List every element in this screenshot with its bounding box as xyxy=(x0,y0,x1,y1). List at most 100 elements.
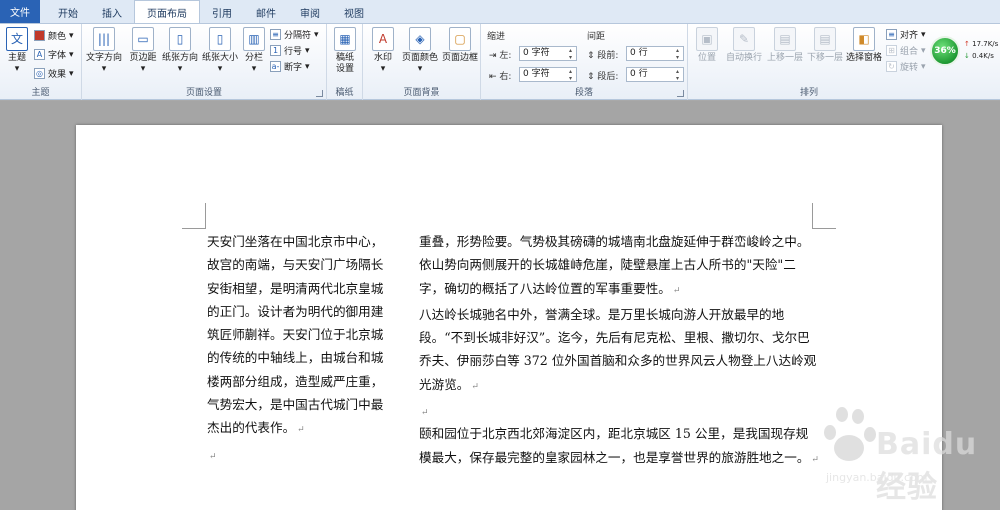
baidu-paw-logo-icon xyxy=(818,407,878,467)
crop-mark-top-right xyxy=(812,203,836,229)
text-column-right[interactable]: 重叠，形势险要。气势极其磅礴的城墙南北盘旋延伸于群峦峻岭之中。依山势向两侧展开的… xyxy=(419,230,819,472)
tab-review[interactable]: 审阅 xyxy=(288,1,332,23)
breaks-icon: ≡ xyxy=(270,29,281,40)
group-label-page-setup: 页面设置 xyxy=(185,88,222,98)
group-label-page-background: 页面背景 xyxy=(403,88,440,98)
hyphenation-button[interactable]: a- 断字 ▾ xyxy=(270,60,310,73)
manuscript-icon: ▦ xyxy=(334,27,356,51)
hyphenation-icon: a- xyxy=(270,61,281,72)
tab-references[interactable]: 引用 xyxy=(200,1,244,23)
download-speed: ↓ 0.4K/s xyxy=(964,52,994,60)
selection-pane-button[interactable]: ◧ 选择窗格 xyxy=(844,27,884,64)
group-label-arrange: 排列 xyxy=(799,88,818,98)
paragraph-mark: ↵ xyxy=(672,285,681,296)
bring-forward-icon: ▤ xyxy=(774,27,796,51)
paragraph-badaling-fame[interactable]: 八达岭长城驰名中外，誉满全球。是万里长城向游人开放最早的地段。“不到长城非好汉”… xyxy=(419,303,819,399)
group-label-theme: 主题 xyxy=(31,88,50,98)
spacing-after-input[interactable]: 0 行 xyxy=(626,67,684,82)
size-icon: ▯ xyxy=(209,27,231,51)
tab-file[interactable]: 文件 xyxy=(0,0,40,23)
group-arrange: ▣ 位置 ✎ 自动换行 ▤ 上移一层 ▤ 下移一层 ◧ 选择窗格 ≡ 对齐 ▾ ⊞ 组… xyxy=(688,24,930,100)
indent-right-input[interactable]: 0 字符 xyxy=(519,67,577,82)
paragraph-badaling-terrain[interactable]: 重叠，形势险要。气势极其磅礴的城墙南北盘旋延伸于群峦峻岭之中。依山势向两侧展开的… xyxy=(419,230,819,303)
network-speed-widget[interactable]: 36% ↑ 17.7K/s ↓ 0.4K/s xyxy=(930,30,1000,70)
ribbon-tab-bar: 文件 开始 插入 页面布局 引用 邮件 审阅 视图 xyxy=(0,0,1000,24)
group-theme: 文 主题 ▾ 颜色 ▾ A 字体 ▾ ◎ 效果 ▾ 主题 xyxy=(0,24,82,100)
orientation-button[interactable]: ▯ 纸张方向 ▾ xyxy=(160,27,200,75)
wrap-text-button[interactable]: ✎ 自动换行 xyxy=(724,27,764,64)
page-color-button[interactable]: ◈ 页面颜色 ▾ xyxy=(399,27,441,75)
position-icon: ▣ xyxy=(696,27,718,51)
spacing-before-label: ⇕ 段前: xyxy=(587,51,619,61)
empty-paragraph[interactable]: ↵ xyxy=(207,443,393,469)
group-manuscript: ▦ 稿纸设置 稿纸 xyxy=(327,24,363,100)
page-borders-icon: ▢ xyxy=(449,27,471,51)
page-color-icon: ◈ xyxy=(409,27,431,51)
spacing-after-label: ⇕ 段后: xyxy=(587,72,619,82)
theme-icon: 文 xyxy=(6,27,28,51)
theme-effects-button[interactable]: ◎ 效果 ▾ xyxy=(34,67,74,80)
align-icon: ≡ xyxy=(886,29,897,40)
memory-usage-ball[interactable]: 36% xyxy=(930,36,960,66)
wrap-text-icon: ✎ xyxy=(733,27,755,51)
selection-pane-icon: ◧ xyxy=(853,27,875,51)
watermark-url-text: jingyan.baidu.com xyxy=(826,471,928,484)
tab-home[interactable]: 开始 xyxy=(46,1,90,23)
group-label-paragraph: 段落 xyxy=(574,88,593,98)
size-button[interactable]: ▯ 纸张大小 ▾ xyxy=(200,27,240,75)
group-objects-button[interactable]: ⊞ 组合 ▾ xyxy=(886,44,926,57)
watermark-brand-text: Baidu经验 xyxy=(876,427,978,505)
paragraph-mark: ↵ xyxy=(471,381,479,392)
line-numbers-button[interactable]: 1 行号 ▾ xyxy=(270,44,310,57)
spacing-heading: 间距 xyxy=(587,32,606,42)
tab-view[interactable]: 视图 xyxy=(332,1,376,23)
margins-icon: ▭ xyxy=(132,27,154,51)
indent-left-label: ⇥ 左: xyxy=(489,51,512,61)
theme-colors-button[interactable]: 颜色 ▾ xyxy=(34,29,74,42)
effects-icon: ◎ xyxy=(34,68,45,79)
position-button[interactable]: ▣ 位置 xyxy=(692,27,722,64)
bring-forward-button[interactable]: ▤ 上移一层 xyxy=(764,27,806,64)
fonts-icon: A xyxy=(34,49,45,60)
text-column-left[interactable]: 天安门坐落在中国北京市中心，故宫的南端，与天安门广场隔长安街相望，是明清两代北京… xyxy=(207,230,393,469)
document-page[interactable]: 天安门坐落在中国北京市中心，故宫的南端，与天安门广场隔长安街相望，是明清两代北京… xyxy=(76,125,942,510)
ribbon: 文 主题 ▾ 颜色 ▾ A 字体 ▾ ◎ 效果 ▾ 主题 ||| 文字方向 ▾ ▭ 页边距 ▾ … xyxy=(0,24,1000,100)
columns-button[interactable]: ▥ 分栏 ▾ xyxy=(240,27,268,75)
indent-left-input[interactable]: 0 字符 xyxy=(519,46,577,61)
group-label-manuscript: 稿纸 xyxy=(335,88,354,98)
manuscript-setup-button[interactable]: ▦ 稿纸设置 xyxy=(330,27,360,75)
watermark-button[interactable]: A 水印 ▾ xyxy=(367,27,399,75)
page-borders-button[interactable]: ▢ 页面边框 xyxy=(441,27,479,64)
line-numbers-icon: 1 xyxy=(270,45,281,56)
group-icon: ⊞ xyxy=(886,45,897,56)
group-page-setup: ||| 文字方向 ▾ ▭ 页边距 ▾ ▯ 纸张方向 ▾ ▯ 纸张大小 ▾ ▥ 分栏 ▾ ≡… xyxy=(82,24,327,100)
text-direction-icon: ||| xyxy=(93,27,115,51)
tab-page-layout[interactable]: 页面布局 xyxy=(134,0,200,23)
baidu-jingyan-watermark: Baidu经验 jingyan.baidu.com xyxy=(818,405,988,505)
tab-mailings[interactable]: 邮件 xyxy=(244,1,288,23)
spacing-before-input[interactable]: 0 行 xyxy=(626,46,684,61)
paragraph-summer-palace[interactable]: 颐和园位于北京西北郊海淀区内，距北京城区 15 公里，是我国现存规模最大，保存最… xyxy=(419,422,819,472)
margins-button[interactable]: ▭ 页边距 ▾ xyxy=(126,27,160,75)
empty-paragraph[interactable]: ↵ xyxy=(419,399,819,422)
indent-right-label: ⇤ 右: xyxy=(489,72,512,82)
tab-insert[interactable]: 插入 xyxy=(90,1,134,23)
theme-button[interactable]: 文 主题 ▾ xyxy=(3,27,31,75)
rotate-icon: ↻ xyxy=(886,61,897,72)
send-backward-button[interactable]: ▤ 下移一层 xyxy=(804,27,846,64)
breaks-button[interactable]: ≡ 分隔符 ▾ xyxy=(270,28,319,41)
paragraph-tiananmen[interactable]: 天安门坐落在中国北京市中心，故宫的南端，与天安门广场隔长安街相望，是明清两代北京… xyxy=(207,230,393,443)
align-button[interactable]: ≡ 对齐 ▾ xyxy=(886,28,926,41)
send-backward-icon: ▤ xyxy=(814,27,836,51)
paragraph-mark: ↵ xyxy=(421,408,429,419)
crop-mark-top-left xyxy=(182,203,206,229)
watermark-icon: A xyxy=(372,27,394,51)
orientation-icon: ▯ xyxy=(169,27,191,51)
text-direction-button[interactable]: ||| 文字方向 ▾ xyxy=(84,27,124,75)
rotate-button[interactable]: ↻ 旋转 ▾ xyxy=(886,60,926,73)
group-paragraph: 缩进 ⇥ 左: 0 字符 ⇤ 右: 0 字符 间距 ⇕ 段前: 0 行 ⇕ 段后… xyxy=(481,24,688,100)
paragraph-mark: ↵ xyxy=(297,425,305,436)
theme-fonts-button[interactable]: A 字体 ▾ xyxy=(34,48,74,61)
group-page-background: A 水印 ▾ ◈ 页面颜色 ▾ ▢ 页面边框 页面背景 xyxy=(363,24,481,100)
columns-icon: ▥ xyxy=(243,27,265,51)
